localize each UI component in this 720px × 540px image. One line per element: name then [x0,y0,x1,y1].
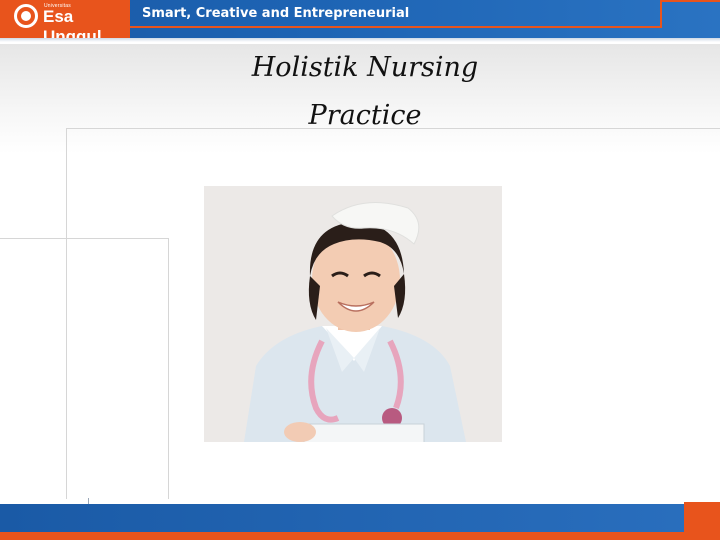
logo-icon [14,4,38,28]
slide-title-line: Practice [308,100,422,131]
nurse-illustration [204,186,502,442]
header-accent [660,0,720,2]
slide-title-line: Holistik Nursing [251,52,479,83]
frame-line [0,238,169,499]
header-divider [0,38,720,42]
slide-title: Holistik Nursing Practice [0,44,720,140]
footer-bottom-strip [0,532,720,540]
logo: Universitas Esa Unggul [0,0,130,46]
header-bar: Universitas Esa Unggul Smart, Creative a… [0,0,720,46]
nurse-photo [204,186,502,442]
footer-accent [684,502,720,532]
footer-bar [0,504,720,532]
tagline: Smart, Creative and Entrepreneurial [142,6,410,21]
